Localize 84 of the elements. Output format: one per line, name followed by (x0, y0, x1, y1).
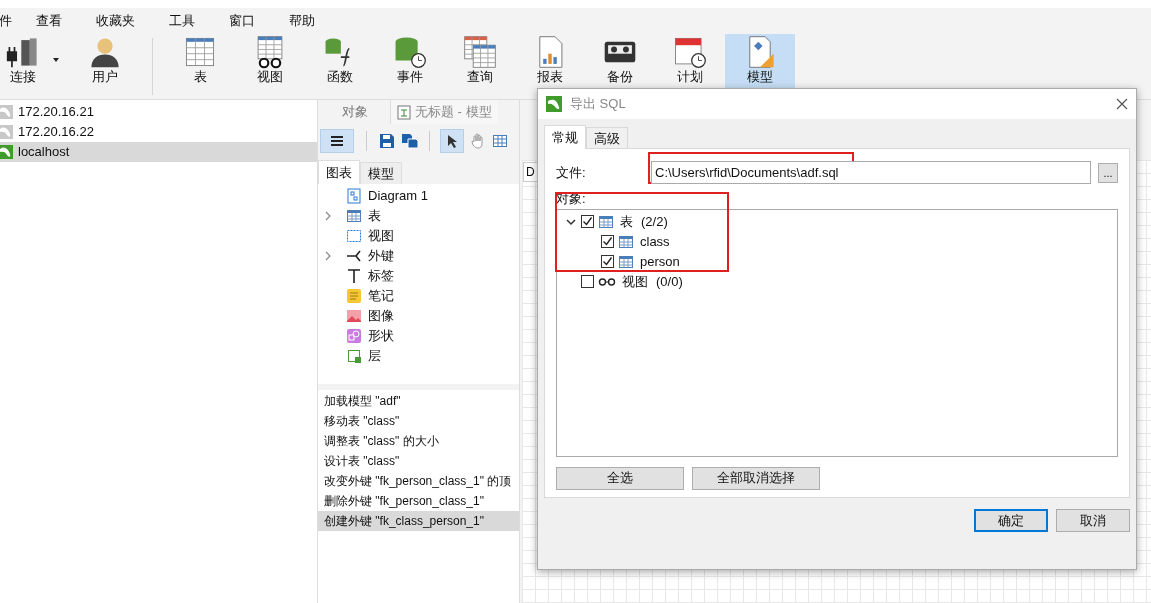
dialog-tab[interactable]: 常规 (544, 125, 586, 149)
toolbar-button[interactable]: 事件 (375, 34, 445, 99)
history-item[interactable]: 调整表 "class" 的大小 (318, 431, 519, 451)
menu-icon (330, 135, 344, 147)
pointer-icon (447, 134, 457, 148)
dolphin-icon (0, 145, 13, 159)
palette-item[interactable]: 标签 (368, 266, 394, 286)
palette-item[interactable]: 外键 (368, 246, 394, 266)
menu-item[interactable]: 帮助 (289, 11, 315, 31)
chevron-right-icon[interactable] (324, 211, 332, 221)
app-logo-icon (546, 96, 562, 112)
connection-item[interactable]: localhost (0, 142, 317, 162)
caret-icon[interactable] (52, 56, 60, 63)
object-count: (0/0) (656, 272, 683, 291)
menu-item[interactable]: 查看 (36, 11, 62, 31)
table-icon (598, 213, 614, 230)
toolbar-button[interactable]: 表 (165, 34, 235, 99)
objects-label: 对象: (556, 190, 587, 208)
toolbar-button[interactable]: 查询 (445, 34, 515, 99)
tree-item-label[interactable]: class (640, 231, 670, 252)
view-icon (346, 228, 362, 244)
file-label: 文件: (556, 163, 587, 182)
checkbox[interactable] (581, 275, 594, 288)
history-item[interactable]: 删除外键 "fk_person_class_1" (318, 491, 519, 511)
canvas-tab[interactable]: D (523, 162, 538, 182)
save-all-icon[interactable] (401, 133, 419, 149)
connection-item[interactable]: 172.20.16.22 (0, 122, 317, 142)
history-item[interactable]: 设计表 "class" (318, 451, 519, 471)
object-count: (2/2) (641, 212, 668, 231)
save-icon[interactable] (379, 133, 395, 149)
side-tab[interactable]: 模型 (360, 162, 402, 184)
checkbox[interactable] (601, 255, 614, 268)
menu-item[interactable]: 工具 (169, 11, 195, 31)
object-tab[interactable]: 对象 (320, 100, 390, 124)
history-item[interactable]: 加载模型 "adf" (318, 391, 519, 411)
table-icon (618, 233, 634, 250)
menu-button[interactable] (320, 129, 354, 153)
model-icon (397, 104, 412, 120)
connection-item[interactable]: 172.20.16.21 (0, 102, 317, 122)
table-icon[interactable] (492, 133, 508, 149)
side-tab[interactable]: 图表 (318, 160, 360, 184)
toolbar-button[interactable]: 连接 (0, 34, 58, 99)
table-icon (346, 208, 362, 224)
toolbar-button[interactable]: 视图 (235, 34, 305, 99)
tree-item-label[interactable]: person (640, 251, 680, 272)
history-item[interactable]: 移动表 "class" (318, 411, 519, 431)
object-tab[interactable]: 无标题 - 模型 (390, 100, 498, 124)
glasses-icon (598, 276, 616, 287)
diagram-icon (346, 188, 362, 204)
select-all-button[interactable]: 全选 (556, 466, 684, 490)
palette-item[interactable]: 视图 (368, 226, 394, 246)
table-icon (618, 253, 634, 270)
browse-button[interactable]: ... (1098, 162, 1118, 183)
text-tool-icon (346, 268, 362, 284)
checkbox[interactable] (601, 235, 614, 248)
fork-line-icon (346, 248, 362, 264)
menu-item[interactable]: 收藏夹 (96, 11, 135, 31)
shapes-icon (346, 328, 362, 344)
deselect-all-button[interactable]: 全部取消选择 (692, 466, 820, 490)
plug-server-icon (6, 35, 40, 69)
tree-item-label[interactable]: 视图 (622, 271, 648, 292)
palette-item[interactable]: 笔记 (368, 286, 394, 306)
history-item[interactable]: 创建外键 "fk_class_person_1" (318, 511, 519, 531)
palette-item[interactable]: 图像 (368, 306, 394, 326)
ok-button[interactable]: 确定 (974, 509, 1048, 532)
pointer-tool[interactable] (440, 129, 464, 153)
palette-item[interactable]: 层 (368, 346, 381, 366)
note-icon (346, 288, 362, 304)
palette-item[interactable]: 形状 (368, 326, 394, 346)
file-path-field[interactable]: C:\Users\rfid\Documents\adf.sql (651, 161, 1091, 184)
tree-item-label[interactable]: 表 (620, 211, 633, 232)
dialog-tab[interactable]: 高级 (586, 127, 628, 149)
image-icon (346, 308, 362, 324)
close-icon[interactable] (1116, 98, 1128, 110)
chevron-right-icon[interactable] (324, 251, 332, 261)
toolbar-button[interactable]: 用户 (70, 34, 140, 99)
palette-item[interactable]: Diagram 1 (368, 186, 428, 206)
checkbox[interactable] (581, 215, 594, 228)
palette-item[interactable]: 表 (368, 206, 381, 226)
menu-item[interactable]: 窗口 (229, 11, 255, 31)
cancel-button[interactable]: 取消 (1056, 509, 1130, 532)
layer-icon (346, 348, 362, 364)
history-item[interactable]: 改变外键 "fk_person_class_1" 的顶 (318, 471, 519, 491)
toolbar-button[interactable]: 函数 (305, 34, 375, 99)
